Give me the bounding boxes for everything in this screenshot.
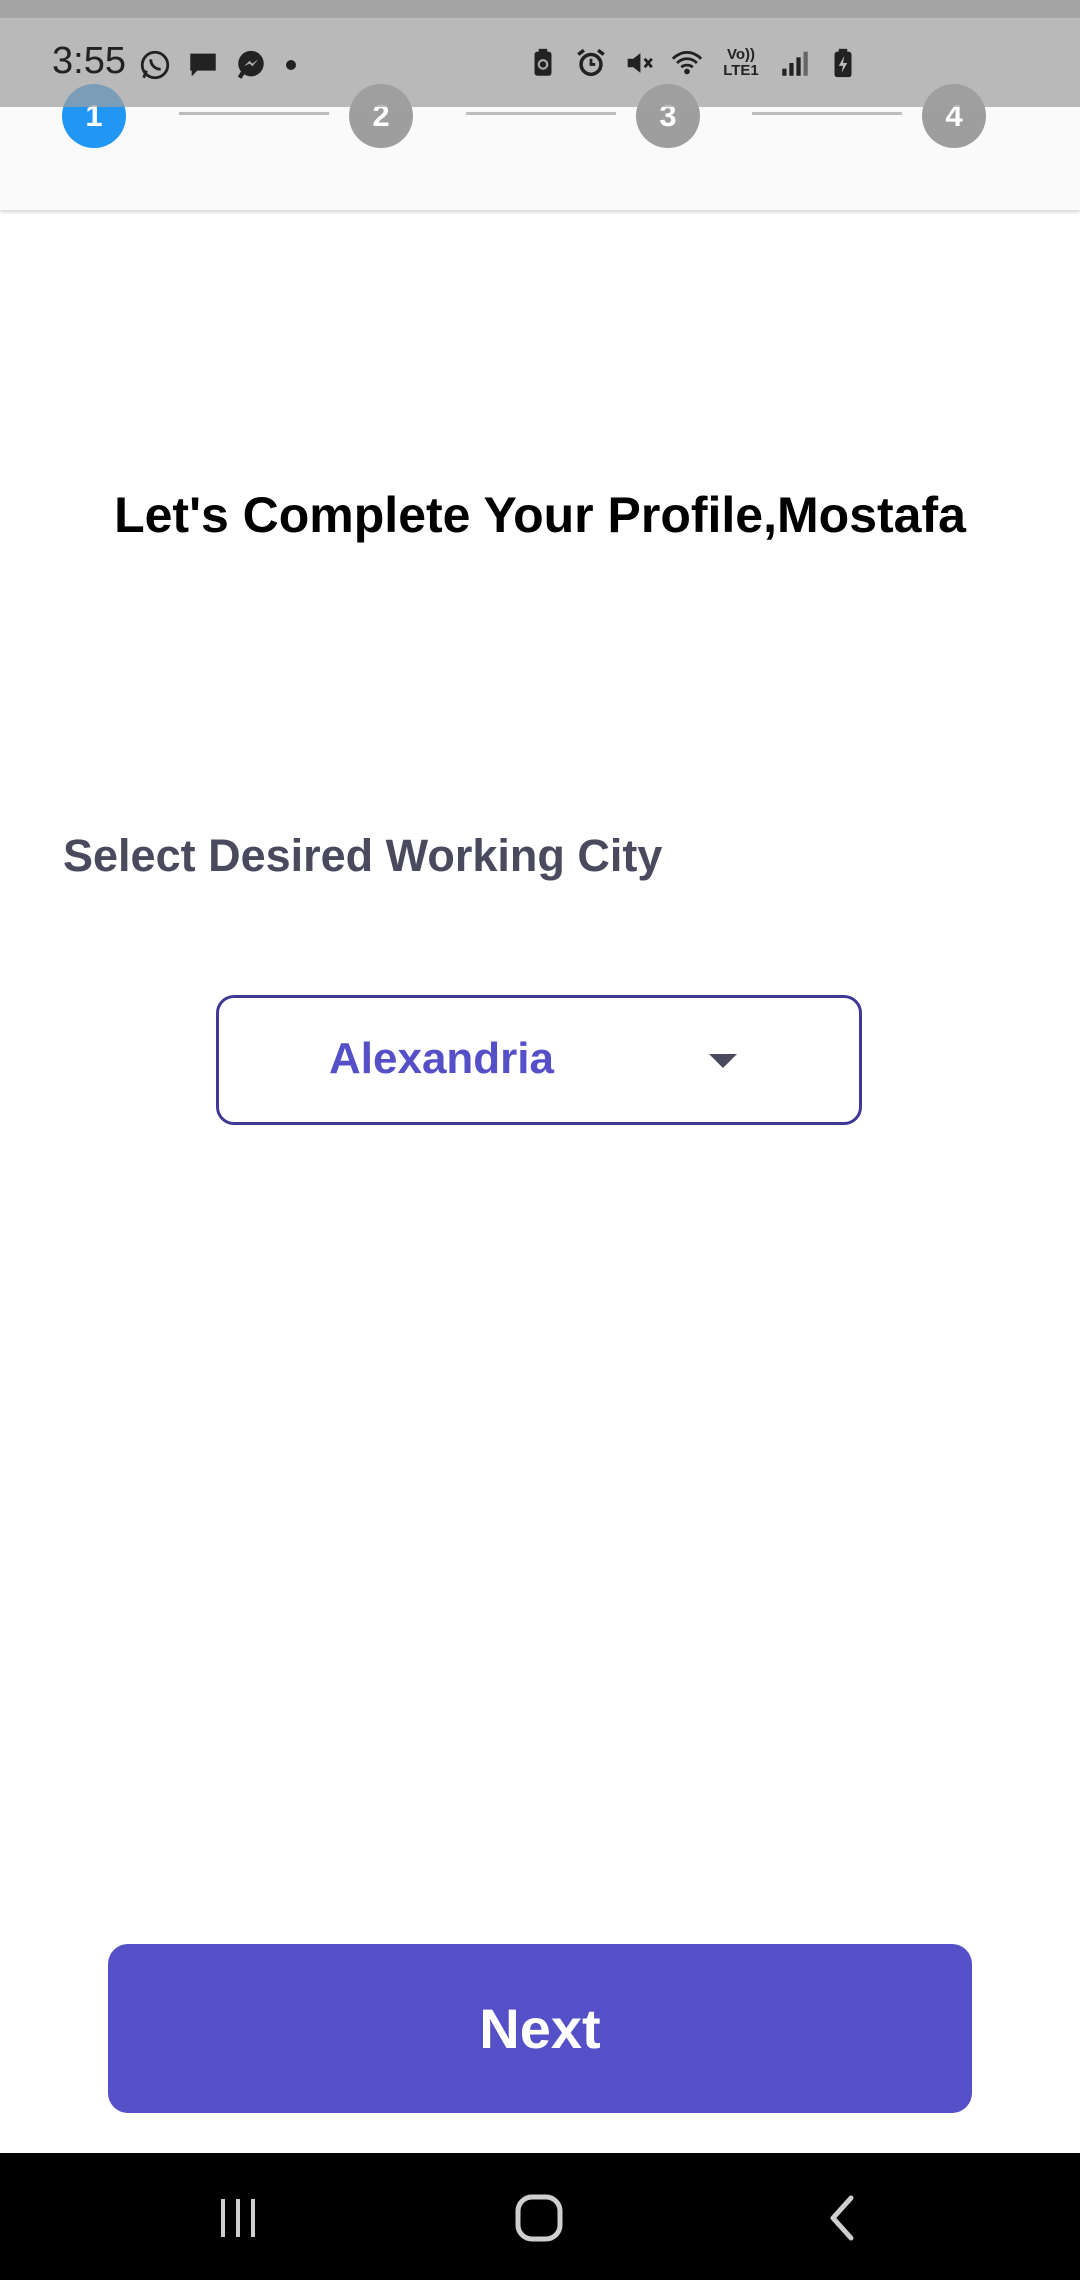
page-title: Let's Complete Your Profile,Mostafa bbox=[114, 487, 966, 543]
status-bar: 3:55 Vo)) LTE1 bbox=[0, 0, 1080, 107]
volte-lte-icon: Vo)) LTE1 bbox=[718, 47, 764, 79]
message-icon bbox=[186, 48, 220, 82]
next-button[interactable]: Next bbox=[108, 1944, 972, 2113]
city-dropdown[interactable]: Alexandria bbox=[216, 995, 862, 1125]
messenger-icon bbox=[234, 48, 268, 82]
step-connector bbox=[179, 112, 329, 115]
system-icons: Vo)) LTE1 bbox=[526, 46, 860, 80]
home-icon bbox=[513, 2192, 565, 2244]
back-icon bbox=[823, 2192, 863, 2244]
recent-apps-icon bbox=[213, 2195, 263, 2241]
step-connector bbox=[466, 112, 616, 115]
city-label: Select Desired Working City bbox=[63, 830, 663, 881]
whatsapp-icon bbox=[138, 48, 172, 82]
status-time: 3:55 bbox=[52, 40, 126, 82]
mute-icon bbox=[622, 46, 656, 80]
wifi-icon bbox=[670, 46, 704, 80]
back-button[interactable] bbox=[808, 2183, 878, 2253]
battery-charging-icon bbox=[826, 46, 860, 80]
home-button[interactable] bbox=[504, 2183, 574, 2253]
city-selected-value: Alexandria bbox=[329, 1034, 554, 1083]
battery-saver-icon bbox=[526, 46, 560, 80]
caret-down-icon bbox=[709, 1054, 737, 1068]
notification-icons bbox=[138, 48, 296, 82]
step-connector bbox=[752, 112, 902, 115]
recent-apps-button[interactable] bbox=[203, 2183, 273, 2253]
navigation-bar bbox=[0, 2153, 1080, 2280]
signal-icon bbox=[778, 46, 812, 80]
network-label: Vo)) LTE1 bbox=[723, 46, 759, 79]
notification-dot-icon bbox=[286, 60, 296, 70]
alarm-icon bbox=[574, 46, 608, 80]
